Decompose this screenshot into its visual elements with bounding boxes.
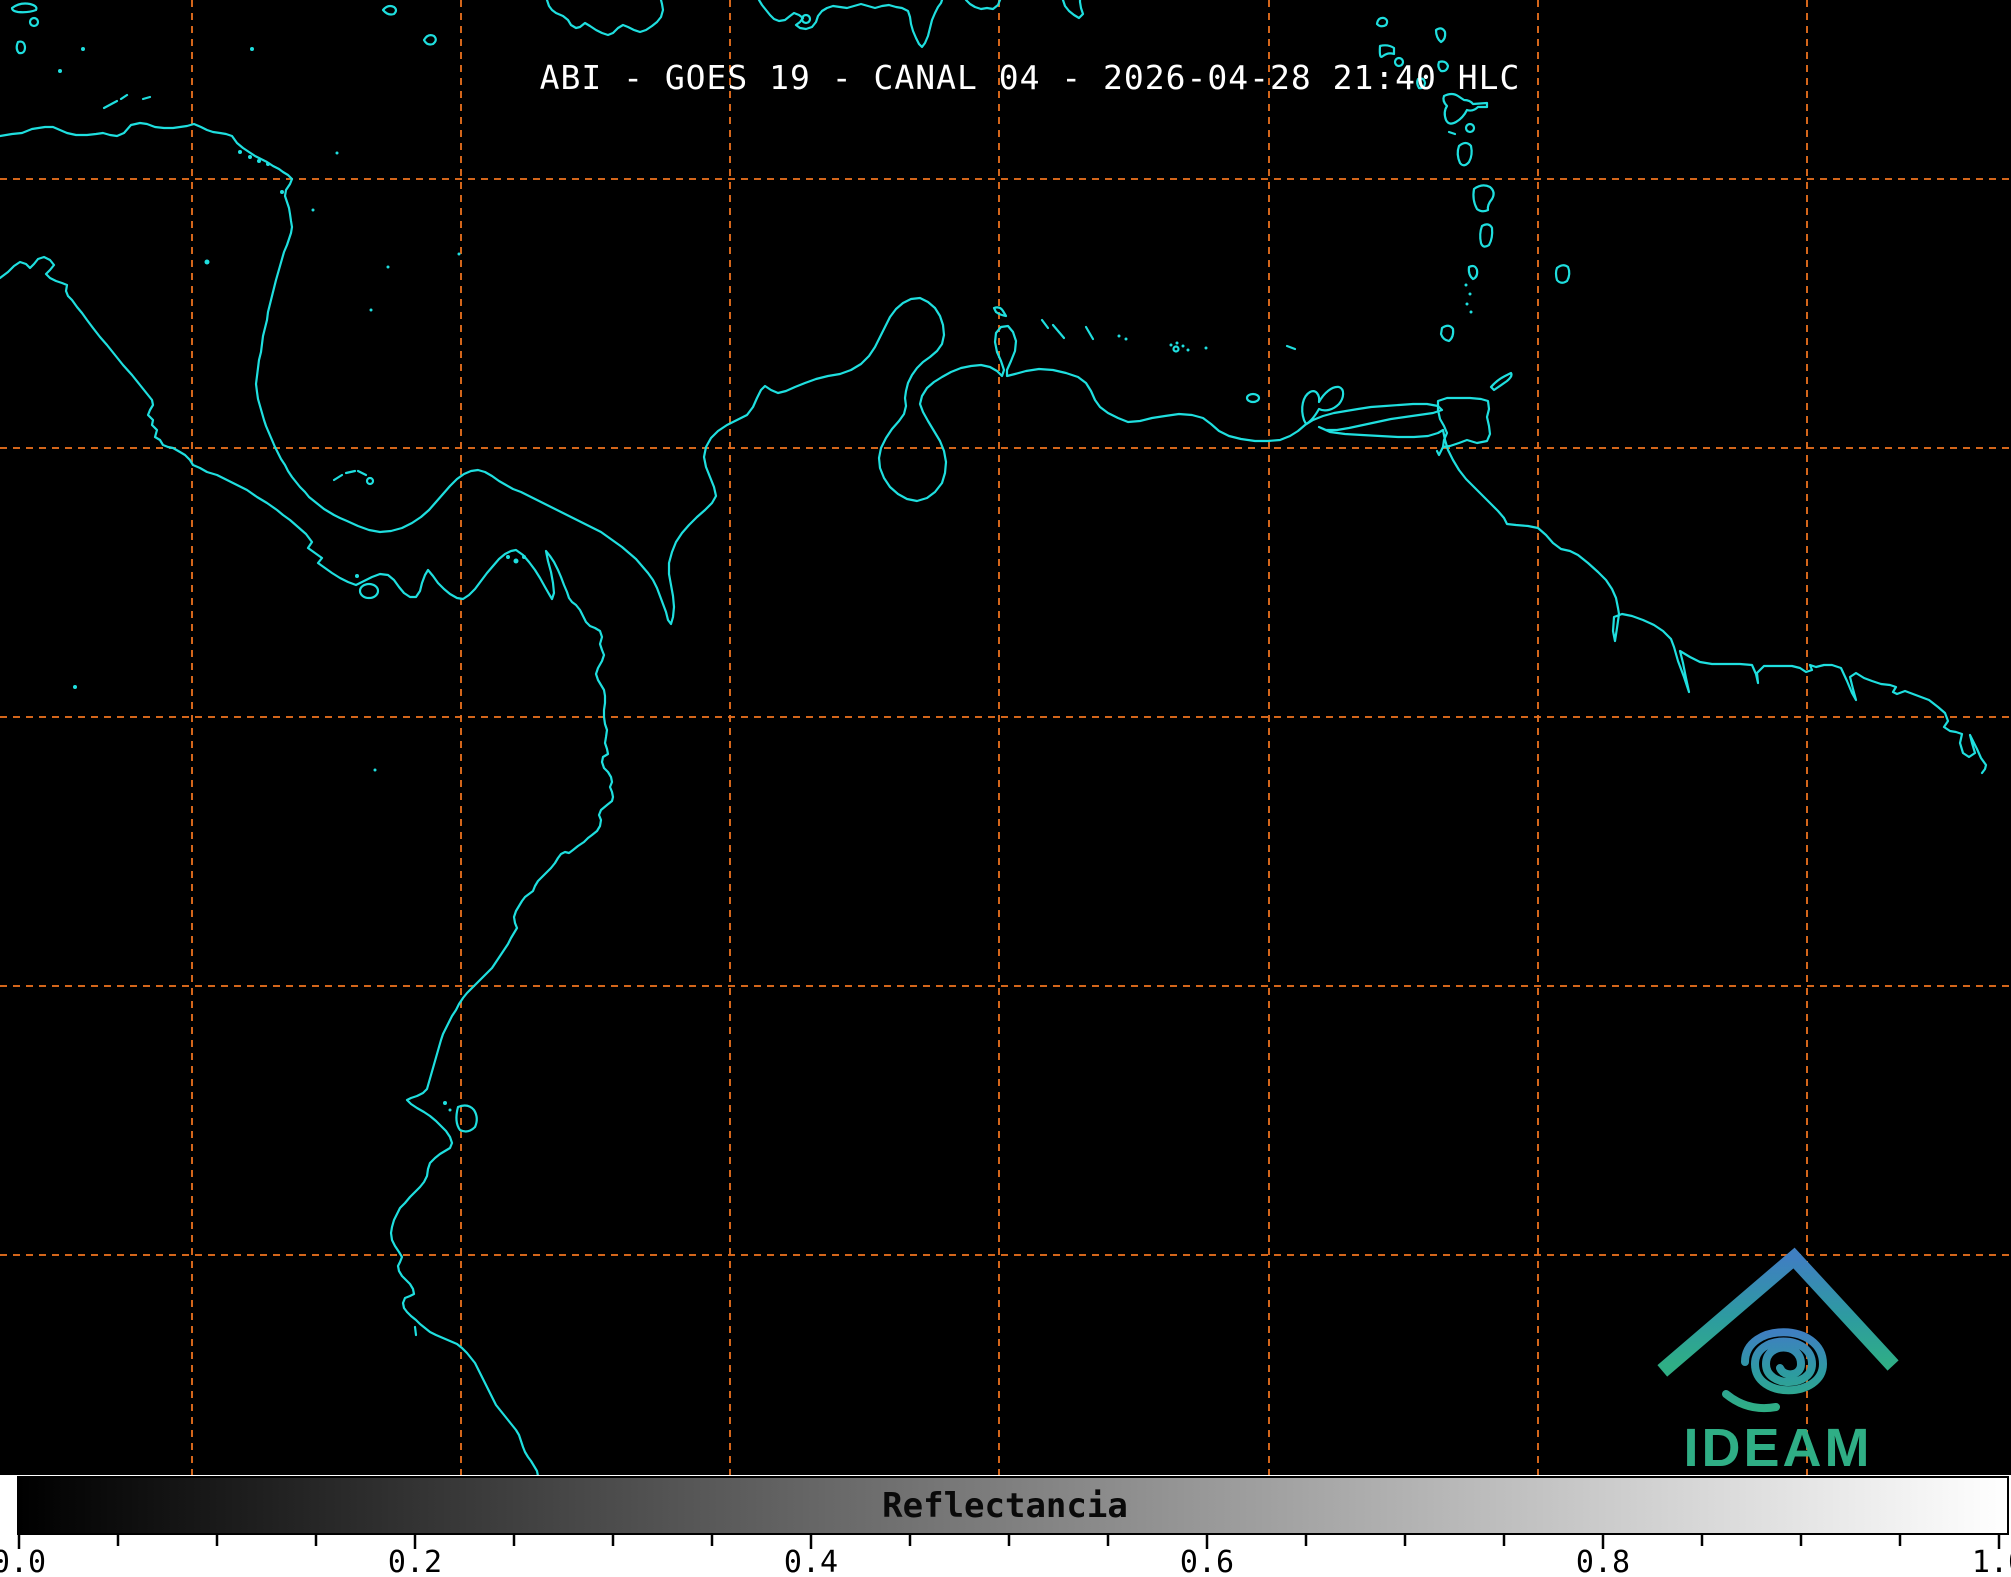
colorbar: Reflectancia 0.0 0.2 xyxy=(0,1475,2011,1577)
tick-label-5: 1.0 xyxy=(1972,1545,2011,1577)
tick-label-0: 0.0 xyxy=(0,1545,46,1577)
tick-label-2: 0.4 xyxy=(784,1545,838,1577)
map-title: ABI - GOES 19 - CANAL 04 - 2026-04-28 21… xyxy=(540,58,1521,97)
tick-label-3: 0.6 xyxy=(1180,1545,1234,1577)
tick-label-4: 0.8 xyxy=(1576,1545,1630,1577)
map-background xyxy=(0,0,2011,1475)
tick-label-1: 0.2 xyxy=(388,1545,442,1577)
ideam-logo-text: IDEAM xyxy=(1684,1418,1873,1478)
colorbar-label: Reflectancia xyxy=(882,1486,1128,1526)
satellite-map-canvas: ABI - GOES 19 - CANAL 04 - 2026-04-28 21… xyxy=(0,0,2011,1577)
